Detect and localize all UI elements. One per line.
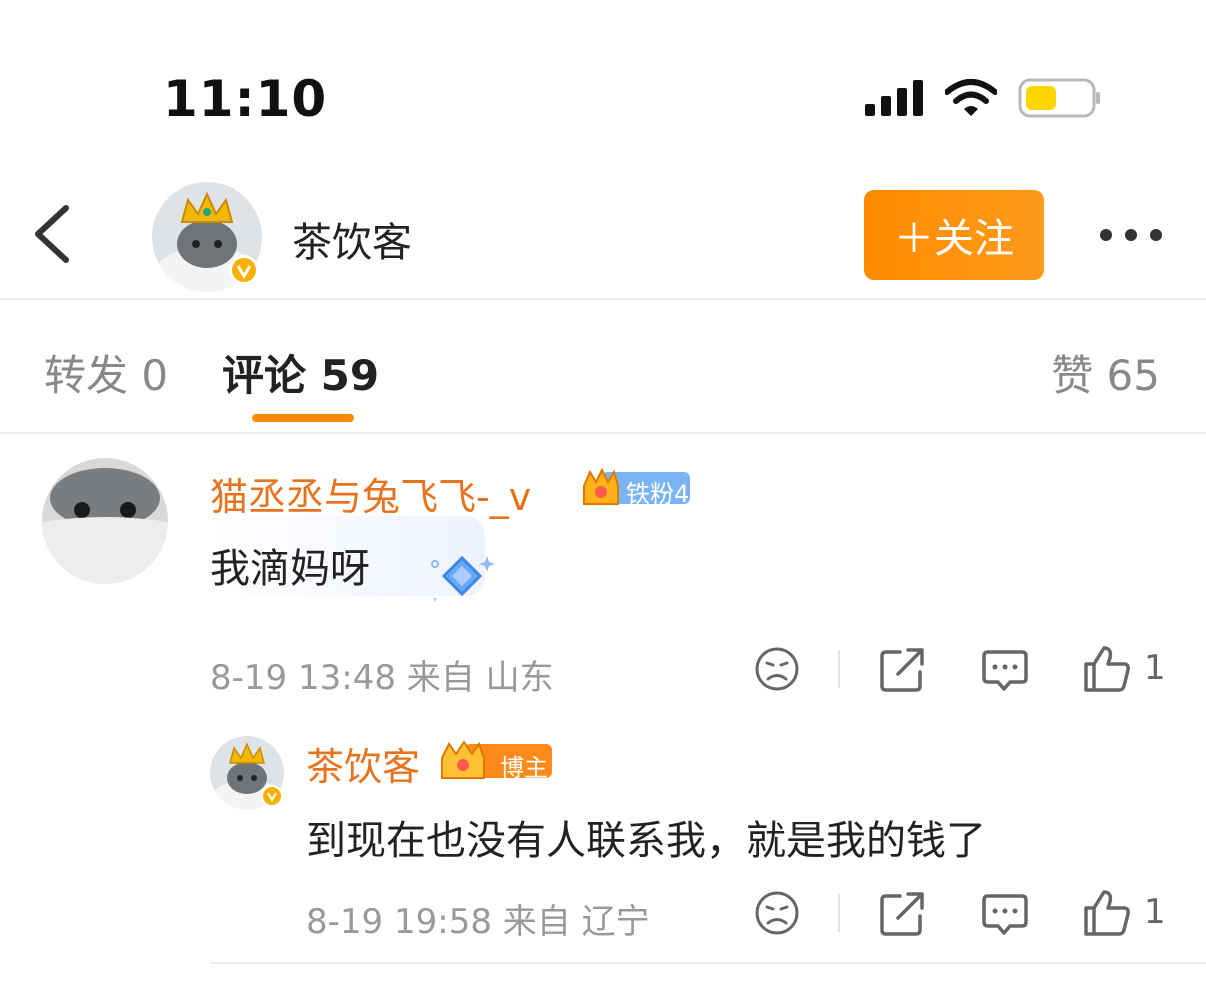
signal-icon — [865, 80, 923, 116]
like-count: 1 — [1144, 648, 1166, 688]
like-icon[interactable] — [1082, 644, 1132, 694]
post-header: 茶饮客 ＋关注 — [0, 170, 1206, 300]
status-bar: 11:10 — [0, 0, 1206, 150]
share-icon[interactable] — [878, 888, 928, 938]
divider — [838, 650, 840, 688]
header-username[interactable]: 茶饮客 — [292, 210, 412, 268]
diamond-icon — [431, 555, 495, 602]
wifi-icon — [945, 79, 997, 116]
comment-item: 猫丞丞与兔飞飞-_v 铁粉4 我滴妈呀 8-19 13:48 来自 山东 1 茶… — [0, 436, 1206, 981]
avatar[interactable] — [152, 182, 262, 292]
comment-location: 来自 山东 — [406, 658, 554, 698]
fan-badge-label: 铁粉4 — [626, 480, 690, 508]
battery-icon — [1018, 78, 1100, 118]
dislike-icon[interactable] — [752, 644, 802, 694]
reply-meta: 8-19 19:58 来自 辽宁 — [306, 894, 650, 943]
comment-username[interactable]: 猫丞丞与兔飞飞-_v — [210, 466, 531, 521]
comment-meta: 8-19 13:48 来自 山东 — [210, 650, 554, 699]
divider — [210, 962, 1206, 964]
comment-time: 8-19 13:48 — [210, 658, 396, 698]
back-icon[interactable] — [28, 202, 78, 266]
comment-icon[interactable] — [980, 644, 1030, 694]
like-icon[interactable] — [1082, 888, 1132, 938]
dislike-icon[interactable] — [752, 888, 802, 938]
status-time: 11:10 — [163, 70, 328, 128]
comment-icon[interactable] — [980, 888, 1030, 938]
tab-repost[interactable]: 转发 0 — [44, 342, 168, 403]
tab-bar: 转发 0 评论 59 赞 65 — [0, 302, 1206, 434]
reply-location: 来自 辽宁 — [502, 902, 650, 942]
like-count: 1 — [1144, 892, 1166, 932]
more-icon[interactable] — [1096, 225, 1166, 245]
share-icon[interactable] — [878, 644, 928, 694]
follow-button[interactable]: ＋关注 — [864, 190, 1044, 280]
reply-time: 8-19 19:58 — [306, 902, 492, 942]
reply-username[interactable]: 茶饮客 — [306, 736, 420, 791]
comment-text: 我滴妈呀 — [210, 546, 370, 592]
active-tab-indicator — [252, 414, 354, 422]
tab-comments[interactable]: 评论 59 — [222, 342, 379, 403]
blogger-badge-label: 博主 — [500, 754, 548, 782]
divider — [838, 894, 840, 932]
reply-text: 到现在也没有人联系我，就是我的钱了 — [306, 818, 986, 864]
avatar[interactable] — [42, 458, 168, 584]
avatar[interactable] — [210, 736, 284, 810]
tab-likes[interactable]: 赞 65 — [1051, 342, 1160, 403]
